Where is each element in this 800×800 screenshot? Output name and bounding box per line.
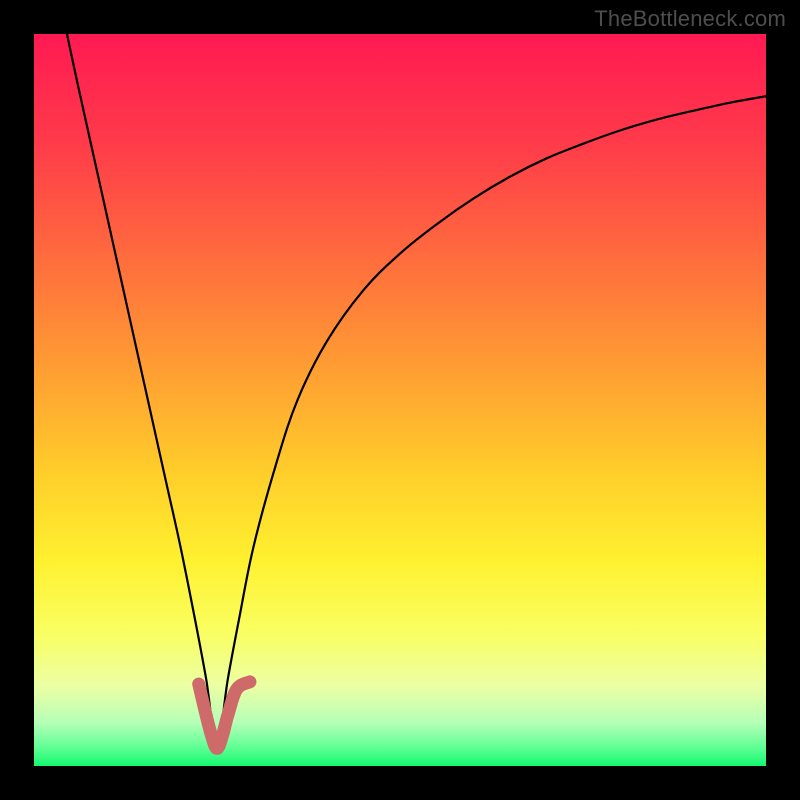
plot-background — [34, 34, 766, 766]
watermark-text: TheBottleneck.com — [594, 6, 786, 32]
chart-frame: TheBottleneck.com — [0, 0, 800, 800]
bottleneck-chart — [0, 0, 800, 800]
